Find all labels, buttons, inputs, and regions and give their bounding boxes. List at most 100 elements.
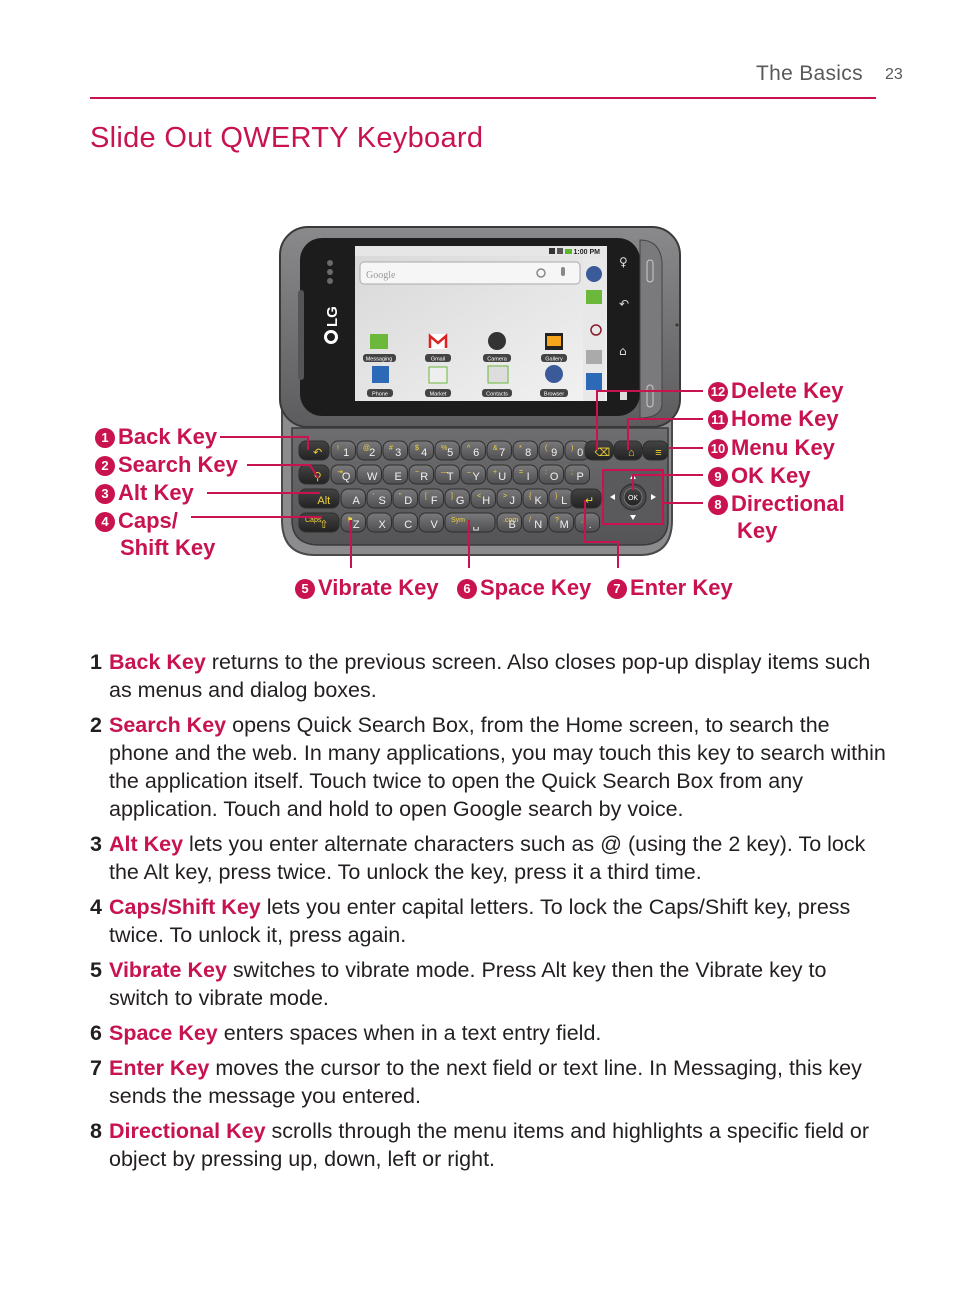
key-O[interactable]: O: bbox=[538, 464, 564, 485]
key-label: W bbox=[367, 471, 378, 483]
key-J[interactable]: J> bbox=[496, 488, 522, 509]
key-U[interactable]: U+ bbox=[486, 464, 512, 485]
key-.[interactable]: ., bbox=[574, 512, 600, 533]
key-alt-label: ~ bbox=[415, 469, 419, 476]
key-B[interactable]: B.com bbox=[496, 512, 522, 533]
key-description-list: 1 Back Key returns to the previous screen… bbox=[90, 648, 890, 1180]
callout-space-key: 6 Space Key bbox=[457, 574, 591, 601]
key-alt-label: Sym bbox=[451, 517, 465, 524]
key-P[interactable]: P; bbox=[564, 464, 590, 485]
search-hw-icon[interactable]: ♀ bbox=[619, 255, 628, 269]
svg-text:Google: Google bbox=[366, 270, 396, 281]
key-alt-label: + bbox=[493, 469, 497, 476]
key-E[interactable]: E bbox=[382, 464, 408, 485]
key-alt-label: @ bbox=[363, 445, 370, 452]
key-label: 7 bbox=[499, 447, 505, 459]
key-S[interactable]: S' bbox=[366, 488, 392, 509]
svg-text:Camera: Camera bbox=[487, 357, 508, 363]
key-4[interactable]: 4$ bbox=[408, 440, 434, 461]
key-C[interactable]: C bbox=[392, 512, 418, 533]
key-Q[interactable]: Q⇥ bbox=[330, 464, 356, 485]
browser-dock-icon[interactable] bbox=[586, 266, 602, 282]
key-label: F bbox=[431, 495, 438, 507]
key-Y[interactable]: Y– bbox=[460, 464, 486, 485]
back-key[interactable]: ↶ bbox=[298, 440, 330, 461]
key-alt-label: $ bbox=[415, 445, 419, 452]
key-label: X bbox=[379, 519, 387, 531]
key-alt-label: ) bbox=[571, 445, 573, 452]
key-N[interactable]: N/ bbox=[522, 512, 548, 533]
key-label: 5 bbox=[447, 447, 453, 459]
list-item: 1 Back Key returns to the previous screen… bbox=[90, 650, 871, 702]
key-label: I bbox=[527, 471, 530, 483]
key-F[interactable]: F[ bbox=[418, 488, 444, 509]
list-item: 5 Vibrate Key switches to vibrate mode. P… bbox=[90, 958, 827, 1010]
key-8[interactable]: 8* bbox=[512, 440, 538, 461]
callout-vibrate-key: 5 Vibrate Key bbox=[295, 574, 439, 601]
svg-text:Contacts: Contacts bbox=[486, 392, 508, 398]
key-7[interactable]: 7& bbox=[486, 440, 512, 461]
key-alt-label: ⇥ bbox=[337, 469, 343, 476]
key-H[interactable]: H< bbox=[470, 488, 496, 509]
key-alt-label: / bbox=[529, 517, 531, 524]
phone-top-slider: LG 1:00 PM Google Messaging Gmail Camera… bbox=[279, 226, 681, 428]
key-R[interactable]: R~ bbox=[408, 464, 434, 485]
key-alt-label: = bbox=[519, 469, 523, 476]
svg-text:Gmail: Gmail bbox=[431, 357, 445, 363]
key-D[interactable]: D" bbox=[392, 488, 418, 509]
alt-key[interactable]: Alt bbox=[298, 488, 340, 509]
phone-dock-icon[interactable] bbox=[586, 373, 602, 390]
search-key[interactable]: ⚲ bbox=[298, 464, 330, 485]
app-market[interactable]: Market bbox=[425, 366, 451, 398]
key-label: L bbox=[561, 495, 567, 507]
key-G[interactable]: G] bbox=[444, 488, 470, 509]
key-alt-label: [ bbox=[425, 493, 427, 500]
delete-key[interactable]: ⌫ bbox=[584, 440, 614, 461]
key-alt-label: # bbox=[389, 445, 393, 452]
home-hw-icon[interactable]: ⌂ bbox=[619, 344, 627, 358]
key-A[interactable]: A bbox=[340, 488, 366, 509]
callout-enter-key: 7 Enter Key bbox=[607, 574, 733, 601]
key-label: A bbox=[353, 495, 361, 507]
key-5[interactable]: 5% bbox=[434, 440, 460, 461]
speaker-dot bbox=[327, 260, 333, 266]
key-label: N bbox=[534, 519, 542, 531]
contacts-dock-icon[interactable] bbox=[586, 350, 602, 364]
list-item: 6 Space Key enters spaces when in a text … bbox=[90, 1021, 602, 1045]
key-X[interactable]: X bbox=[366, 512, 392, 533]
keyboard-figure: LG 1:00 PM Google Messaging Gmail Camera… bbox=[0, 0, 954, 640]
key-V[interactable]: V bbox=[418, 512, 444, 533]
key-W[interactable]: W bbox=[356, 464, 382, 485]
key-label: 8 bbox=[525, 447, 531, 459]
key-label: . bbox=[589, 519, 592, 531]
messaging-dock-icon[interactable] bbox=[586, 290, 602, 304]
list-item: 2 Search Key opens Quick Search Box, from… bbox=[90, 713, 886, 821]
key-alt-label: * bbox=[519, 445, 522, 452]
key-1[interactable]: 1! bbox=[330, 440, 356, 461]
key-L[interactable]: L} bbox=[548, 488, 574, 509]
menu-hw-icon[interactable] bbox=[620, 392, 627, 400]
callout-home-key: 11 Home Key bbox=[708, 405, 839, 432]
key-K[interactable]: K{ bbox=[522, 488, 548, 509]
key-3[interactable]: 3# bbox=[382, 440, 408, 461]
key-I[interactable]: I= bbox=[512, 464, 538, 485]
key-T[interactable]: T— bbox=[434, 464, 460, 485]
key-alt-label: — bbox=[441, 469, 448, 476]
key-label: 1 bbox=[343, 447, 349, 459]
list-item: 3 Alt Key lets you enter alternate charac… bbox=[90, 832, 866, 884]
speaker-dot bbox=[327, 278, 333, 284]
key-6[interactable]: 6^ bbox=[460, 440, 486, 461]
key-2[interactable]: 2@ bbox=[356, 440, 382, 461]
key-label: 9 bbox=[551, 447, 557, 459]
key-label: K bbox=[535, 495, 543, 507]
key-M[interactable]: M? bbox=[548, 512, 574, 533]
key-9[interactable]: 9( bbox=[538, 440, 564, 461]
menu-key[interactable]: ≡ bbox=[642, 440, 669, 461]
key-label: 3 bbox=[395, 447, 401, 459]
back-hw-icon[interactable]: ↶ bbox=[619, 297, 629, 311]
key-label: ≡ bbox=[655, 447, 661, 459]
vibrate-key[interactable]: Z⚑ bbox=[340, 512, 366, 533]
status-time: 1:00 PM bbox=[574, 249, 601, 256]
caps-shift-key[interactable]: ⇧Caps bbox=[298, 512, 340, 533]
key-label: Z bbox=[353, 519, 360, 531]
